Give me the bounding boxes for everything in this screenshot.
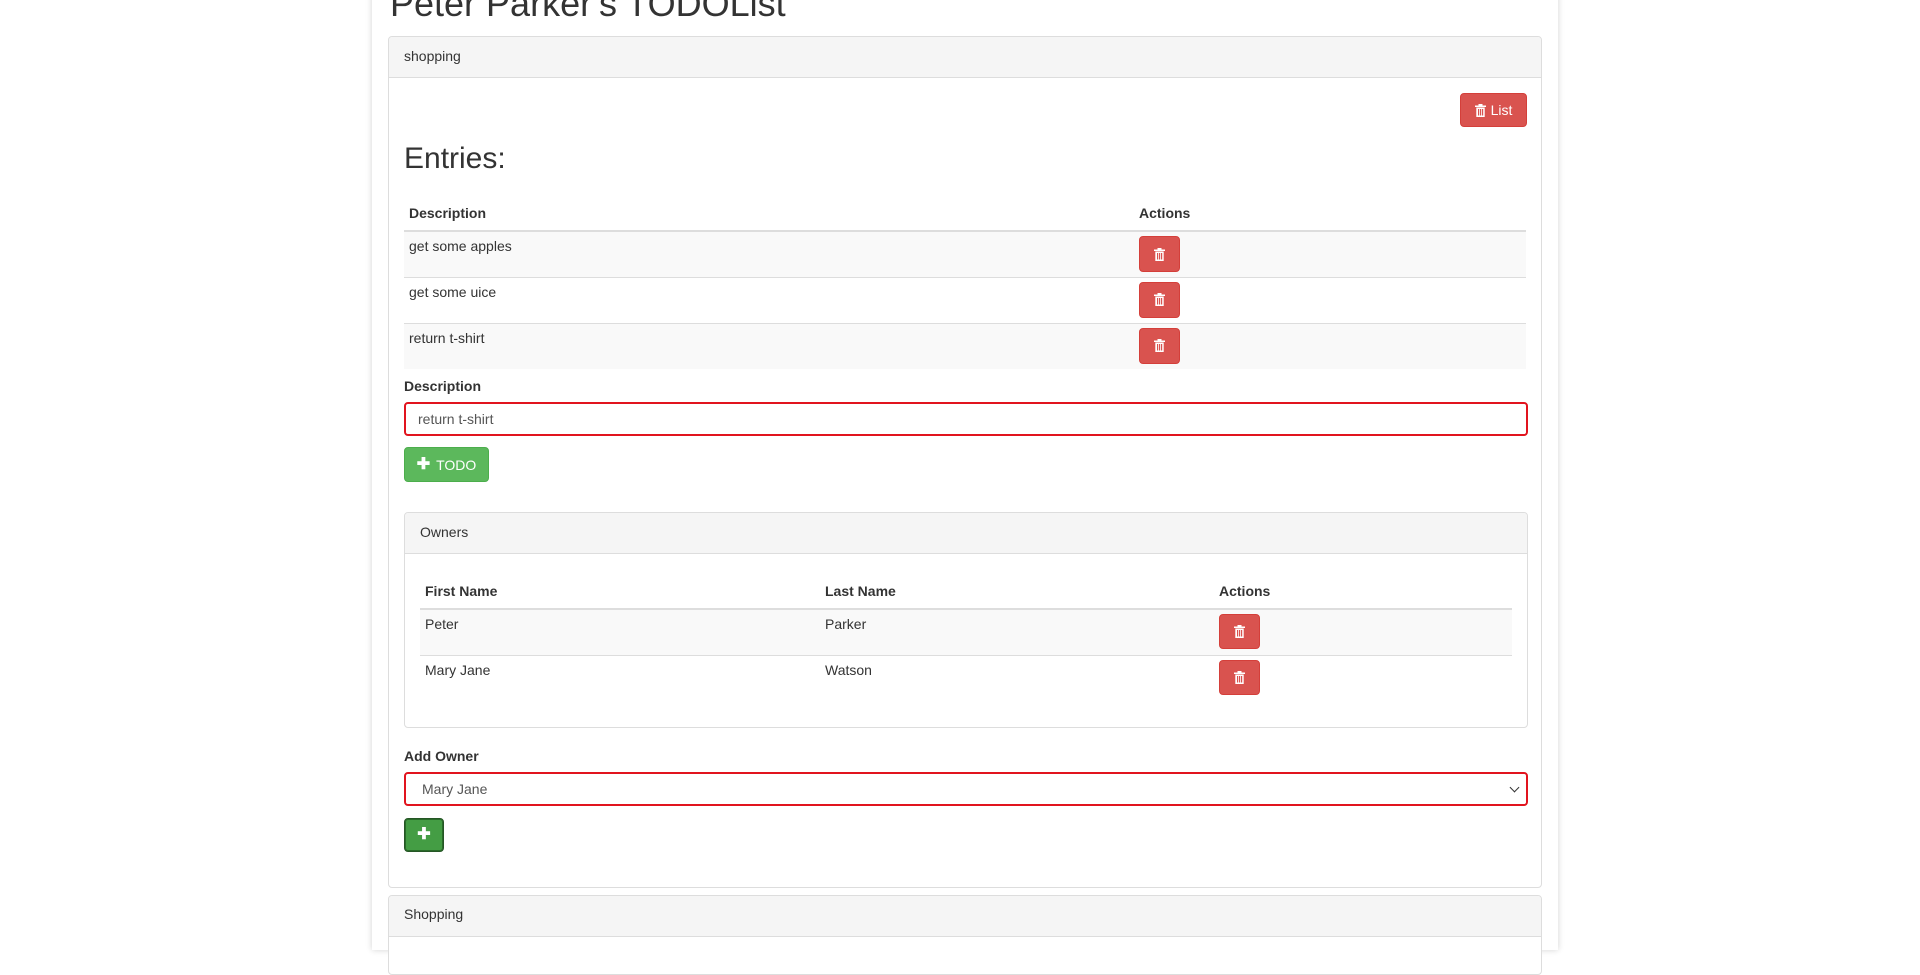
owner-last-name: Parker <box>820 608 1214 655</box>
add-todo-label: TODO <box>436 456 477 473</box>
owners-panel: Owners First Name Last Name Actions Pete… <box>404 512 1528 728</box>
delete-entry-button[interactable] <box>1139 327 1180 364</box>
owner-select-box[interactable]: Mary Jane <box>404 772 1528 806</box>
add-todo-button[interactable]: ✚ TODO <box>404 447 489 482</box>
first-name-column-header: First Name <box>420 569 820 610</box>
owner-select-value: Mary Jane <box>422 781 488 797</box>
entries-table: Description Actions get some apples get … <box>404 191 1526 369</box>
owner-last-name: Watson <box>820 654 1214 701</box>
remove-owner-button[interactable] <box>1219 659 1260 695</box>
owner-first-name: Mary Jane <box>420 654 820 701</box>
actions-column-header: Actions <box>1134 191 1526 232</box>
entry-actions <box>1134 322 1526 369</box>
table-row: Peter Parker <box>420 608 1512 655</box>
next-list-heading: Shopping <box>389 896 1541 937</box>
trash-icon <box>1234 625 1245 638</box>
remove-owner-button[interactable] <box>1219 614 1260 649</box>
trash-icon <box>1474 103 1486 117</box>
table-row: return t-shirt <box>404 322 1526 369</box>
todo-list-panel: shopping List Entries: Description Actio… <box>388 36 1542 888</box>
entries-title: Entries: <box>404 142 506 175</box>
add-owner-label: Add Owner <box>404 748 479 764</box>
table-row: get some apples <box>404 230 1526 277</box>
entry-description: get some apples <box>404 230 1134 277</box>
page-title: Peter Parker's TODOList <box>390 0 786 24</box>
delete-list-button[interactable]: List <box>1460 93 1527 127</box>
entry-actions <box>1134 230 1526 277</box>
delete-list-label: List <box>1490 102 1513 118</box>
entry-description: get some uice <box>404 276 1134 323</box>
delete-entry-button[interactable] <box>1139 236 1180 272</box>
table-row: Mary Jane Watson <box>420 654 1512 701</box>
table-row: get some uice <box>404 276 1526 323</box>
description-label: Description <box>404 378 482 394</box>
plus-icon: ✚ <box>417 826 431 843</box>
owners-heading: Owners <box>405 513 1527 554</box>
owner-actions <box>1214 654 1512 701</box>
entry-description: return t-shirt <box>404 322 1134 369</box>
owner-actions <box>1214 608 1512 655</box>
next-list-panel: Shopping <box>388 895 1542 975</box>
owner-select[interactable]: Mary Jane <box>404 772 1528 806</box>
last-name-column-header: Last Name <box>820 569 1214 610</box>
todo-list-body: List Entries: Description Actions get so… <box>389 78 1541 888</box>
entry-actions <box>1134 276 1526 323</box>
todo-list-heading: shopping <box>389 37 1541 78</box>
owner-actions-column-header: Actions <box>1214 569 1512 610</box>
trash-icon <box>1154 339 1165 352</box>
owners-table: First Name Last Name Actions Peter Parke… <box>420 569 1512 701</box>
description-column-header: Description <box>404 191 1134 232</box>
owner-first-name: Peter <box>420 608 820 655</box>
chevron-down-icon <box>1509 782 1520 793</box>
trash-icon <box>1154 247 1165 261</box>
delete-entry-button[interactable] <box>1139 281 1180 318</box>
trash-icon <box>1234 670 1245 684</box>
main-container: Peter Parker's TODOList shopping List En… <box>372 0 1558 975</box>
add-owner-button[interactable]: ✚ <box>404 818 444 852</box>
plus-icon: ✚ <box>416 455 431 473</box>
description-input[interactable] <box>404 402 1528 436</box>
trash-icon <box>1154 293 1165 306</box>
